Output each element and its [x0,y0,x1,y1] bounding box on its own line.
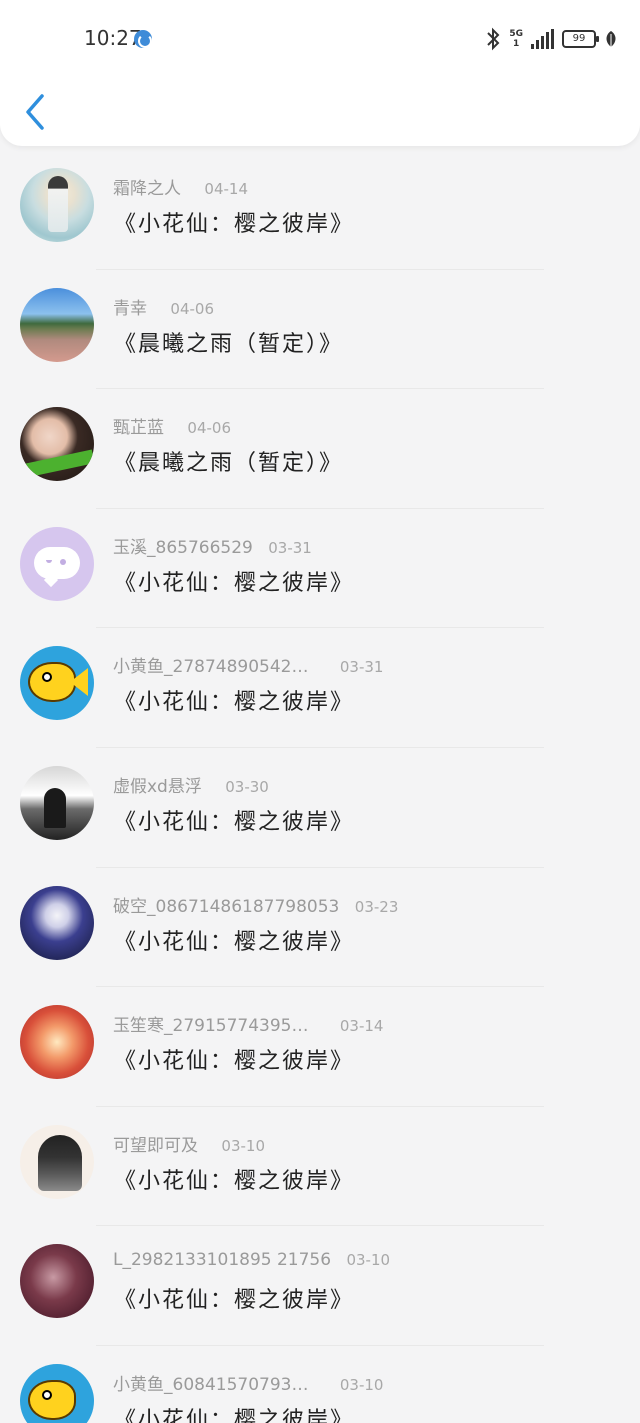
username: 甄芷蓝 [113,418,164,439]
date: 03-23 [354,897,399,916]
date: 03-10 [346,1251,391,1270]
work-title: 《晨曦之雨（暂定）》 [114,331,344,357]
avatar[interactable] [20,1244,94,1319]
username: L_2982133101895 21756 [113,1250,332,1271]
avatar[interactable] [20,1005,94,1080]
status-bar: 10:27 5G 1 99 [0,0,640,80]
work-title: 《小花仙：樱之彼岸》 [114,929,355,955]
list-item[interactable]: 小黄鱼_27874890542… 03-31 《小花仙：樱之彼岸》 [0,628,640,748]
work-title: 《小花仙：樱之彼岸》 [114,690,355,716]
signal-icon [531,29,554,49]
work-title: 《小花仙：樱之彼岸》 [114,1049,355,1075]
avatar[interactable] [20,765,94,840]
avatar[interactable] [20,1124,94,1199]
avatar[interactable] [20,646,94,721]
date: 04-14 [204,180,248,198]
date: 03-31 [268,538,312,557]
work-title: 《小花仙：樱之彼岸》 [114,1288,355,1314]
avatar[interactable] [20,1363,94,1423]
app-notification-icon [134,30,152,48]
list-item[interactable]: 玉溪_865766529 03-31 《小花仙：樱之彼岸》 [0,509,640,629]
work-title: 《小花仙：樱之彼岸》 [114,1407,355,1423]
network-sub: 1 [513,39,520,49]
work-title: 《小花仙：樱之彼岸》 [114,212,355,237]
power-saving-icon [606,31,616,47]
avatar[interactable] [20,526,94,601]
date: 03-30 [225,777,269,796]
battery-icon: 99 [562,30,599,48]
work-title: 《小花仙：樱之彼岸》 [114,1168,355,1194]
comment-list: 霜降之人 04-14 《小花仙：樱之彼岸》 青幸 04-06 《晨曦之雨（暂定）… [0,150,640,1423]
status-time: 10:27 [84,26,142,50]
network-type: 5G [509,29,523,39]
list-item[interactable]: 小黄鱼_60841570793… 03-10 《小花仙：樱之彼岸》 [0,1346,640,1423]
list-item[interactable]: 可望即可及 03-10 《小花仙：樱之彼岸》 [0,1107,640,1227]
top-bar: 10:27 5G 1 99 [0,0,640,146]
work-title: 《小花仙：樱之彼岸》 [114,570,355,596]
list-item[interactable]: 虚假xd悬浮 03-30 《小花仙：樱之彼岸》 [0,748,640,868]
date: 03-10 [221,1136,265,1155]
username: 玉笙寒_27915774395… [113,1016,309,1037]
username: 虚假xd悬浮 [113,776,202,797]
date: 03-10 [339,1375,384,1394]
bluetooth-icon [487,27,500,51]
list-item[interactable]: 玉笙寒_27915774395… 03-14 《小花仙：樱之彼岸》 [0,987,640,1107]
date: 03-31 [339,658,384,677]
status-icons: 5G 1 99 [485,26,618,52]
list-item[interactable]: 破空_08671486187798053 03-23 《小花仙：樱之彼岸》 [0,868,640,988]
network-indicator: 5G 1 [509,29,523,49]
list-item[interactable]: 甄芷蓝 04-06 《晨曦之雨（暂定）》 [0,389,640,509]
list-item[interactable]: 霜降之人 04-14 《小花仙：樱之彼岸》 [0,150,640,270]
username: 青幸 [113,298,147,319]
avatar[interactable] [20,287,94,362]
username: 小黄鱼_27874890542… [113,657,309,678]
username: 小黄鱼_60841570793… [113,1374,309,1395]
work-title: 《晨曦之雨（暂定）》 [114,451,344,477]
avatar[interactable] [20,407,94,482]
date: 03-14 [339,1017,384,1036]
username: 破空_08671486187798053 [113,896,340,917]
avatar[interactable] [20,885,94,960]
username: 可望即可及 [113,1135,198,1156]
list-item[interactable]: 青幸 04-06 《晨曦之雨（暂定）》 [0,270,640,390]
date: 04-06 [187,419,231,438]
username: 玉溪_865766529 [113,537,253,558]
list-item[interactable]: L_2982133101895 21756 03-10 《小花仙：樱之彼岸》 [0,1226,640,1346]
username: 霜降之人 [113,179,181,199]
avatar[interactable] [20,168,94,242]
date: 04-06 [170,299,214,318]
back-button[interactable] [22,92,50,132]
work-title: 《小花仙：樱之彼岸》 [114,809,355,835]
